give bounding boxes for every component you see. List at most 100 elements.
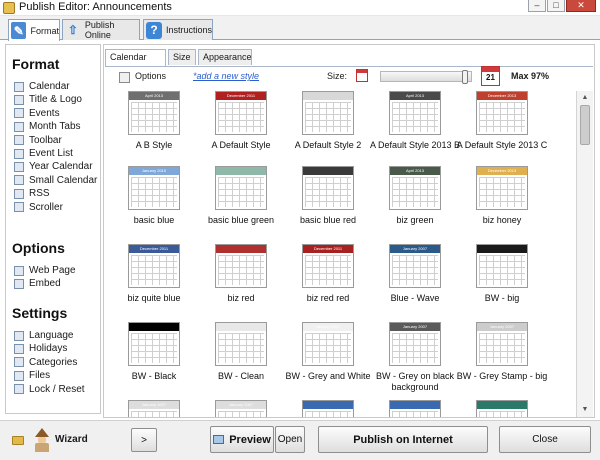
add-new-style-link[interactable]: *add a new style bbox=[193, 71, 259, 81]
style-tile[interactable]: BW - Black bbox=[110, 322, 198, 397]
sidebar-item-language[interactable]: Language bbox=[14, 329, 74, 342]
style-tile[interactable]: December 2011 biz red red bbox=[284, 244, 372, 319]
style-thumbnail: December 2011 bbox=[128, 244, 180, 288]
preview-button[interactable]: Preview bbox=[210, 426, 274, 453]
title-icon bbox=[14, 94, 24, 105]
thumbnail-header: January 2007 bbox=[216, 401, 266, 409]
thumbnail-header: January 2007 bbox=[477, 323, 527, 331]
scroller-icon bbox=[14, 202, 24, 213]
sidebar-item-month-tabs[interactable]: Month Tabs bbox=[14, 120, 81, 133]
style-tile[interactable]: basic blue red bbox=[284, 166, 372, 241]
settings-heading: Settings bbox=[12, 305, 68, 321]
style-tile[interactable]: January 2007 bbox=[197, 400, 285, 417]
style-tile[interactable]: April 2013 A Default Style 2013 B bbox=[370, 91, 460, 166]
sidebar-item-small-calendar[interactable]: Small Calendar bbox=[14, 174, 97, 187]
wizard-icon[interactable] bbox=[33, 428, 51, 452]
scroll-up-icon[interactable]: ▲ bbox=[579, 93, 591, 103]
close-button[interactable]: Close bbox=[499, 426, 591, 453]
folder-icon[interactable] bbox=[12, 436, 24, 445]
thumbnail-header: April 2013 bbox=[129, 92, 179, 100]
style-tile[interactable]: January 2007 bbox=[110, 400, 198, 417]
thumbnail-grid bbox=[218, 102, 264, 132]
thumbnail-header bbox=[129, 323, 179, 331]
next-button[interactable]: > bbox=[131, 428, 157, 452]
sidebar-item-event-list[interactable]: Event List bbox=[14, 147, 73, 160]
tab-appearance[interactable]: Appearance bbox=[198, 49, 252, 65]
sidebar-item-holidays[interactable]: Holidays bbox=[14, 342, 67, 355]
style-tile[interactable]: January 2007 BW - Grey and White bbox=[284, 322, 372, 397]
year-calendar-icon bbox=[14, 161, 24, 172]
wizard-label[interactable]: Wizard bbox=[55, 434, 88, 445]
style-tile[interactable] bbox=[458, 400, 546, 417]
thumbnail-grid bbox=[131, 255, 177, 285]
sidebar-item-embed[interactable]: Embed bbox=[14, 277, 61, 290]
events-icon bbox=[14, 108, 24, 119]
thumbnail-grid bbox=[479, 333, 525, 363]
style-label: basic blue green bbox=[207, 215, 275, 225]
style-tile[interactable]: A Default Style 2 bbox=[284, 91, 372, 166]
options-label[interactable]: Options bbox=[135, 71, 166, 81]
size-slider-thumb[interactable] bbox=[462, 70, 468, 84]
style-tile[interactable]: biz red bbox=[197, 244, 285, 319]
sidebar-item-year-calendar[interactable]: Year Calendar bbox=[14, 160, 93, 173]
publish-button[interactable]: Publish on Internet bbox=[318, 426, 488, 453]
tab-publish-online[interactable]: ⇧ Publish Online bbox=[62, 19, 140, 40]
thumbnail-grid bbox=[131, 411, 177, 417]
tab-calendar-style[interactable]: Calendar Style bbox=[105, 49, 166, 76]
maximize-button[interactable]: □ bbox=[547, 0, 565, 12]
sidebar-item-title-logo[interactable]: Title & Logo bbox=[14, 93, 82, 106]
sidebar-item-calendar[interactable]: Calendar bbox=[14, 80, 70, 93]
tab-instructions[interactable]: ? Instructions bbox=[143, 19, 213, 40]
size-slider[interactable] bbox=[380, 70, 472, 84]
sidebar-item-web-page[interactable]: Web Page bbox=[14, 264, 76, 277]
style-tile[interactable]: December 2011 biz quite blue bbox=[110, 244, 198, 319]
style-thumbnail: January 2010 bbox=[128, 166, 180, 210]
style-thumbnail: December 2011 bbox=[215, 91, 267, 135]
minimize-button[interactable]: – bbox=[528, 0, 546, 12]
thumbnail-grid bbox=[479, 102, 525, 132]
gallery-scrollbar[interactable]: ▲ ▼ bbox=[576, 91, 593, 417]
options-heading: Options bbox=[12, 240, 65, 256]
sidebar-item-categories[interactable]: Categories bbox=[14, 356, 77, 369]
style-tile[interactable]: April 2013 biz green bbox=[371, 166, 459, 241]
sidebar-item-rss[interactable]: RSS bbox=[14, 187, 50, 200]
scroll-down-icon[interactable]: ▼ bbox=[579, 405, 591, 415]
format-icon: ✎ bbox=[11, 22, 27, 39]
thumbnail-grid bbox=[218, 177, 264, 207]
style-tile[interactable]: January 2007 Blue - Wave bbox=[371, 244, 459, 319]
sidebar-item-scroller[interactable]: Scroller bbox=[14, 201, 63, 214]
options-icon[interactable] bbox=[119, 72, 130, 83]
thumbnail-grid bbox=[305, 255, 351, 285]
thumbnail-grid bbox=[131, 177, 177, 207]
style-tile[interactable]: basic blue green bbox=[197, 166, 285, 241]
style-tile[interactable]: BW - Clean bbox=[197, 322, 285, 397]
style-tile[interactable]: January 2007 BW - Grey on black backgroun… bbox=[371, 322, 459, 397]
style-tile[interactable]: December 2013 A Default Style 2013 C bbox=[457, 91, 547, 166]
style-tile[interactable]: January 2010 basic blue bbox=[110, 166, 198, 241]
tab-format[interactable]: ✎ Format bbox=[8, 19, 60, 41]
style-thumbnail: December 2013 bbox=[476, 91, 528, 135]
tab-size[interactable]: Size bbox=[168, 49, 196, 65]
style-tile[interactable]: BW - big bbox=[458, 244, 546, 319]
style-tile[interactable] bbox=[284, 400, 372, 417]
sidebar-item-label: Scroller bbox=[29, 201, 63, 213]
thumbnail-header: December 2013 bbox=[477, 92, 527, 100]
scrollbar-thumb[interactable] bbox=[580, 105, 590, 145]
sidebar-item-toolbar[interactable]: Toolbar bbox=[14, 134, 62, 147]
open-button[interactable]: Open bbox=[275, 426, 305, 453]
close-window-button[interactable]: ✕ bbox=[566, 0, 596, 12]
sidebar-item-label: Small Calendar bbox=[29, 174, 98, 186]
style-tile[interactable]: April 2013 A B Style bbox=[110, 91, 198, 166]
style-tile[interactable]: January 2007 BW - Grey Stamp - big bbox=[457, 322, 547, 397]
style-thumbnail: December 2011 bbox=[302, 244, 354, 288]
style-label: BW - Grey on black background bbox=[375, 371, 455, 392]
style-label: biz quite blue bbox=[127, 293, 181, 303]
style-tile[interactable]: December 2011 A Default Style bbox=[197, 91, 285, 166]
style-tile[interactable] bbox=[371, 400, 459, 417]
sidebar-item-files[interactable]: Files bbox=[14, 369, 50, 382]
thumbnail-grid bbox=[131, 102, 177, 132]
title-bar: Publish Editor: Announcements – □ ✕ bbox=[0, 0, 600, 16]
style-tile[interactable]: December 2013 biz honey bbox=[458, 166, 546, 241]
sidebar-item-events[interactable]: Events bbox=[14, 107, 60, 120]
sidebar-item-lock-reset[interactable]: Lock / Reset bbox=[14, 383, 85, 396]
